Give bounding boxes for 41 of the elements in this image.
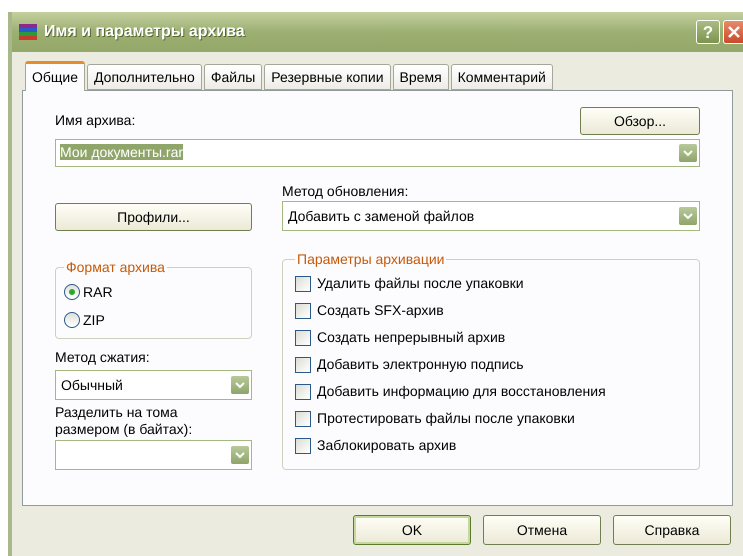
profiles-button[interactable]: Профили... [55, 203, 252, 231]
checkbox[interactable] [295, 356, 311, 372]
field-label: Метод сжатия: [55, 348, 151, 367]
compression-dropdown[interactable]: Обычный [55, 370, 252, 400]
radio-button[interactable] [64, 284, 80, 300]
tab[interactable]: Файлы [204, 64, 262, 90]
field-label: Разделить на тома размером (в байтах): [55, 404, 194, 438]
checkbox[interactable] [295, 276, 311, 292]
checkbox[interactable] [295, 410, 311, 426]
tab[interactable]: Время [392, 64, 449, 90]
field-label: Имя архива: [55, 111, 136, 130]
dialog-button[interactable]: OK [353, 515, 471, 545]
checkbox[interactable] [295, 302, 311, 318]
radio-label: RAR [83, 282, 113, 302]
window-title: Имя и параметры архива [44, 22, 246, 42]
checkbox[interactable] [295, 384, 311, 400]
radio-label: ZIP [83, 310, 105, 330]
tab[interactable]: Резервные копии [264, 64, 391, 90]
checkbox[interactable] [295, 330, 311, 346]
browse-button[interactable]: Обзор... [580, 107, 700, 135]
tab[interactable]: Дополнительно [87, 64, 202, 90]
dialog-button[interactable]: Справка [613, 515, 731, 545]
checkbox-label: Удалить файлы после упаковки [317, 274, 524, 293]
checkbox-label: Заблокировать архив [317, 436, 456, 455]
close-icon [726, 25, 740, 39]
group-title: Формат архива [65, 258, 166, 277]
update-method-dropdown[interactable]: Добавить с заменой файлов [282, 201, 700, 231]
checkbox-label: Создать SFX-архив [317, 301, 444, 320]
checkbox-label: Добавить электронную подпись [317, 355, 524, 374]
radio-button[interactable] [64, 312, 80, 328]
checkbox[interactable] [295, 438, 311, 454]
tab[interactable]: Общие [25, 61, 86, 91]
checkbox-label: Протестировать файлы после упаковки [317, 409, 575, 428]
dialog-button[interactable]: Отмена [483, 515, 601, 545]
checkbox-label: Добавить информацию для восстановления [317, 382, 606, 401]
tab[interactable]: Комментарий [450, 64, 553, 90]
checkbox-label: Создать непрерывный архив [317, 328, 506, 347]
books-stack-icon [18, 22, 38, 42]
close-button[interactable] [723, 20, 743, 44]
field-label: Метод обновления: [282, 182, 410, 201]
group-title: Параметры архивации [296, 250, 446, 269]
